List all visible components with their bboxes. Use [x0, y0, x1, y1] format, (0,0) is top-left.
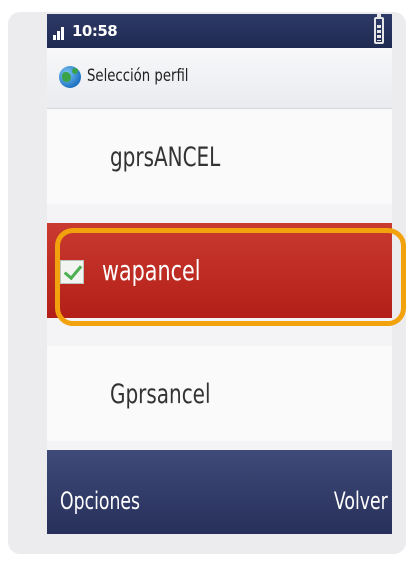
- checkmark-icon[interactable]: [60, 260, 84, 284]
- list-item-profile-selected[interactable]: wapancel: [47, 223, 392, 318]
- status-bar: 10:58: [47, 14, 392, 48]
- signal-bars-icon: [53, 24, 69, 40]
- phone-screen: 10:58 Selección perfil gprsANCEL wapance…: [47, 14, 392, 534]
- profile-label: wapancel: [102, 254, 201, 287]
- battery-icon: [374, 14, 384, 44]
- options-softkey[interactable]: Opciones: [60, 487, 140, 515]
- profile-label: gprsANCEL: [110, 142, 221, 173]
- globe-icon: [59, 66, 81, 88]
- title-bar: Selección perfil: [47, 48, 392, 109]
- back-softkey[interactable]: Volver: [334, 487, 388, 515]
- clock-time: 10:58: [72, 22, 118, 40]
- profile-label: Gprsancel: [110, 379, 211, 410]
- list-item-profile[interactable]: Gprsancel: [47, 346, 392, 441]
- softkey-bar: Opciones Volver: [47, 450, 392, 534]
- page-title: Selección perfil: [87, 66, 189, 86]
- list-item-profile[interactable]: gprsANCEL: [47, 109, 392, 204]
